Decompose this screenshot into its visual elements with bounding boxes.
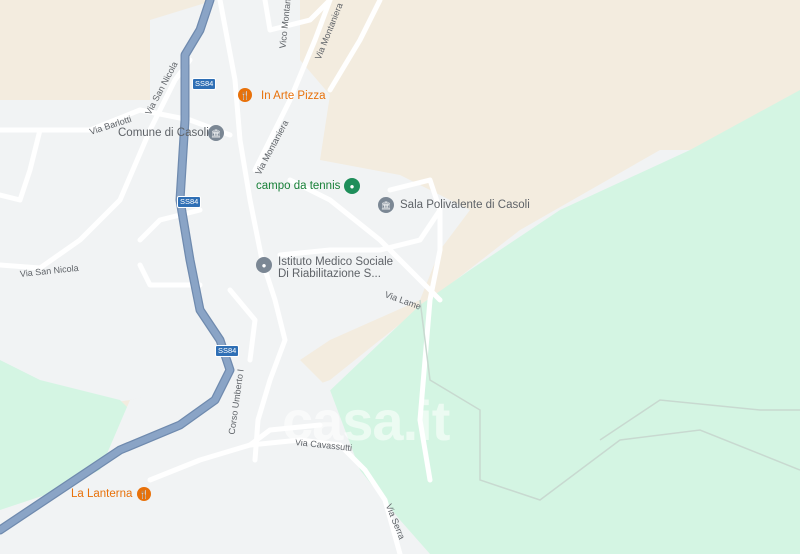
casa-it-watermark: casa.it: [282, 389, 450, 452]
map-view[interactable]: SS84 SS84 SS84 Via San Nicola Via Barlot…: [0, 0, 800, 554]
restaurant-icon[interactable]: 🍴: [137, 487, 151, 501]
poi-pin-icon[interactable]: ●: [256, 257, 272, 273]
government-building-icon[interactable]: 🏛: [208, 125, 224, 141]
poi-istituto-line1[interactable]: Istituto Medico Sociale: [278, 256, 393, 269]
poi-istituto-line2[interactable]: Di Riabilitazione S...: [278, 268, 381, 281]
poi-campo-da-tennis[interactable]: campo da tennis: [256, 180, 340, 193]
restaurant-icon[interactable]: 🍴: [238, 88, 252, 102]
poi-comune-di-casoli[interactable]: Comune di Casoli: [118, 127, 209, 140]
ss84-shield: SS84: [177, 196, 202, 208]
map-canvas: [0, 0, 800, 554]
building-icon[interactable]: 🏛: [378, 197, 394, 213]
poi-in-arte-pizza[interactable]: In Arte Pizza: [261, 90, 326, 103]
park-pin-icon[interactable]: ●: [344, 178, 360, 194]
ss84-shield: SS84: [192, 78, 217, 90]
ss84-shield: SS84: [215, 345, 240, 357]
poi-sala-polivalente[interactable]: Sala Polivalente di Casoli: [400, 199, 530, 212]
poi-la-lanterna[interactable]: La Lanterna: [71, 488, 132, 501]
